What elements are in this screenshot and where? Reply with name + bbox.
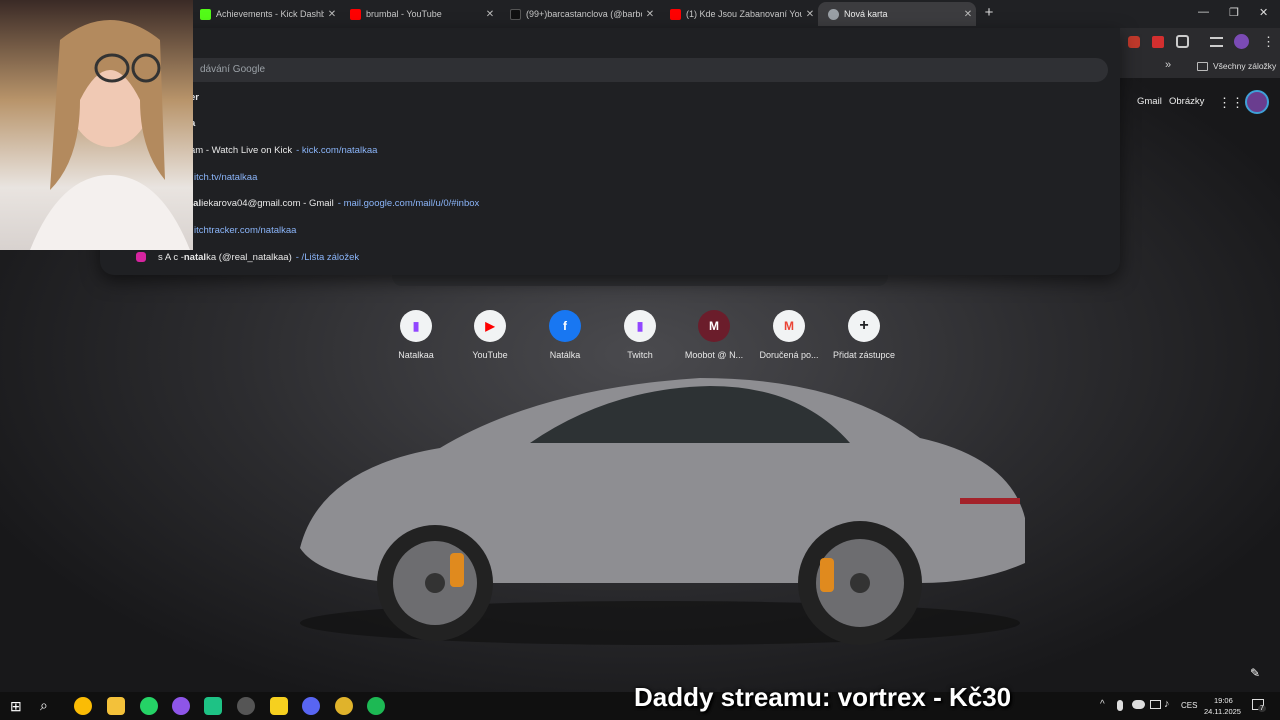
- images-link[interactable]: Obrázky: [1169, 96, 1204, 107]
- close-icon[interactable]: ✕: [802, 9, 818, 20]
- restore-button[interactable]: ❐: [1229, 6, 1239, 19]
- gmail-icon: M: [773, 310, 805, 342]
- extension-icon[interactable]: [1128, 36, 1140, 48]
- facebook-icon: f: [549, 310, 581, 342]
- suggestion-row[interactable]: s A c - natal ka (@real_natalkaa) - /Lišta…: [100, 244, 1100, 270]
- moobot-icon: M: [698, 310, 730, 342]
- shortcut-natalkaa[interactable]: ▮ Natalkaa: [381, 310, 451, 360]
- plus-icon: +: [848, 310, 880, 342]
- shortcut-natalka-facebook[interactable]: f Natálka: [530, 310, 600, 360]
- car-wallpaper-image: [300, 378, 1025, 645]
- close-window-button[interactable]: ✕: [1259, 6, 1268, 19]
- tab-kick-dashboard[interactable]: Achievements - Kick Dashboard ✕: [190, 2, 340, 26]
- shortcut-gmail-inbox[interactable]: M Doručená po...: [754, 310, 824, 360]
- search-icon[interactable]: ⌕: [40, 697, 48, 714]
- shortcut-twitch[interactable]: ▮ Twitch: [605, 310, 675, 360]
- instagram-icon: [136, 252, 146, 262]
- obs-icon[interactable]: [237, 697, 255, 715]
- new-tab-button[interactable]: +: [980, 4, 998, 22]
- notification-count-badge: 7: [1258, 705, 1266, 712]
- suggestion-row[interactable]: itch.tv/natalkaa: [100, 164, 1100, 190]
- close-icon[interactable]: ✕: [642, 9, 658, 20]
- shortcut-moobot[interactable]: M Moobot @ N...: [679, 310, 749, 360]
- network-icon[interactable]: [1150, 700, 1161, 709]
- app-icon[interactable]: [204, 697, 222, 715]
- customize-pencil-icon[interactable]: ✎: [1250, 666, 1260, 680]
- suggestion-row[interactable]: itchtracker.com/natalkaa: [100, 217, 1100, 243]
- discord-icon[interactable]: [302, 697, 320, 715]
- clock-date[interactable]: 24.11.2025: [1204, 707, 1241, 716]
- sticky-notes-icon[interactable]: [270, 697, 288, 715]
- extension-icon[interactable]: [1152, 36, 1164, 48]
- tab-new-tab[interactable]: Nová karta ✕: [818, 2, 976, 26]
- bookmarks-overflow-chevron[interactable]: »: [1165, 59, 1171, 71]
- youtube-icon: [350, 8, 361, 20]
- omnibox-dropdown: dávání Google er a am - Watch Live on Ki…: [100, 28, 1120, 275]
- volume-icon[interactable]: ♪: [1164, 698, 1170, 710]
- streamer-webcam-image: [30, 20, 190, 250]
- youtube-icon: ▶: [474, 310, 506, 342]
- menu-kebab-icon[interactable]: ⋮: [1262, 34, 1275, 50]
- close-icon[interactable]: ✕: [960, 9, 976, 20]
- kick-icon: [200, 8, 211, 20]
- tab-youtube-kde-jsou[interactable]: (1) Kde Jsou Zabanovaní Youtu ✕: [660, 2, 818, 26]
- tiktok-icon: [510, 8, 521, 20]
- twitch-icon: ▮: [624, 310, 656, 342]
- add-shortcut-button[interactable]: + Přidat zástupce: [829, 310, 899, 360]
- omnibox-input[interactable]: dávání Google: [110, 58, 1108, 82]
- language-indicator[interactable]: CES: [1181, 701, 1197, 710]
- suggestion-row[interactable]: am - Watch Live on Kick - kick.com/natalk…: [100, 137, 1100, 163]
- suggestion-row[interactable]: a: [100, 110, 1100, 136]
- apps-grid-icon[interactable]: ⋮⋮: [1218, 95, 1244, 111]
- twitch-icon: ▮: [400, 310, 432, 342]
- suggestion-row[interactable]: er: [100, 84, 1100, 110]
- stream-donation-overlay: Daddy streamu: vortrex - Kč30: [634, 682, 1012, 712]
- chrome-active-icon[interactable]: [335, 697, 353, 715]
- close-icon[interactable]: ✕: [324, 9, 340, 20]
- media-control-icon[interactable]: [1210, 37, 1223, 47]
- close-icon[interactable]: ✕: [482, 9, 498, 20]
- microphone-icon[interactable]: [1117, 700, 1123, 711]
- tab-youtube-brumbal[interactable]: brumbal - YouTube ✕: [340, 2, 498, 26]
- onedrive-icon[interactable]: [1132, 700, 1145, 709]
- account-avatar[interactable]: [1245, 90, 1269, 114]
- extensions-puzzle-icon[interactable]: [1176, 35, 1189, 48]
- chrome-icon[interactable]: [74, 697, 92, 715]
- clock-time[interactable]: 19:06: [1214, 696, 1233, 705]
- profile-avatar[interactable]: [1234, 34, 1249, 49]
- webcam-overlay: [0, 0, 193, 250]
- tray-chevron-icon[interactable]: ^: [1100, 699, 1105, 710]
- all-bookmarks-link[interactable]: Všechny záložky: [1213, 61, 1276, 71]
- gmail-link[interactable]: Gmail: [1137, 96, 1162, 107]
- minimize-button[interactable]: —: [1198, 6, 1209, 18]
- youtube-icon: [670, 8, 681, 20]
- whatsapp-icon[interactable]: [140, 697, 158, 715]
- shortcut-youtube[interactable]: ▶ YouTube: [455, 310, 525, 360]
- windows-start-icon[interactable]: ⊞: [10, 698, 22, 715]
- suggestion-row[interactable]: tal iekarova04@gmail.com - Gmail - mail.go…: [100, 190, 1100, 216]
- file-explorer-icon[interactable]: [107, 697, 125, 715]
- tab-tiktok[interactable]: (99+)barcastanclova (@barbora ✕: [500, 2, 658, 26]
- messenger-icon[interactable]: [172, 697, 190, 715]
- spotify-icon[interactable]: [367, 697, 385, 715]
- chrome-icon: [828, 8, 839, 20]
- folder-icon: [1197, 62, 1208, 71]
